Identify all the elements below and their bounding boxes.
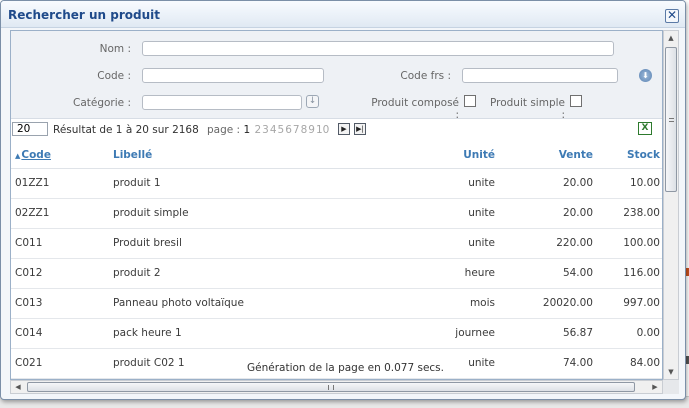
table-row[interactable]: 01ZZ1 produit 1 unite 20.00 10.00 [11,168,662,199]
grip-icon [669,118,674,122]
column-header-code-label[interactable]: Code [21,149,51,161]
cell-stock: 238.00 [597,198,662,229]
scroll-left-icon[interactable]: ◀ [11,381,25,393]
results-table: ▲Code Libellé Unité Vente Stock 01ZZ1 pr… [11,142,662,379]
next-page-icon[interactable]: ▶ [338,123,350,135]
scrollbar-corner [663,380,679,394]
page-list: page : 1 2345678910 [207,124,330,136]
page-link[interactable]: 8 [301,124,308,136]
column-header-libelle[interactable]: Libellé [109,142,389,169]
page-link[interactable]: 2 [254,124,261,136]
page-link-current[interactable]: 1 [243,124,250,136]
code-label: Code : [97,70,131,82]
nom-input[interactable] [142,41,614,56]
page-link[interactable]: 5 [278,124,285,136]
scroll-right-icon[interactable]: ▶ [648,381,662,393]
excel-export-icon[interactable]: X [638,122,652,135]
horizontal-scrollbar[interactable]: ◀ ▶ [10,380,663,394]
table-row[interactable]: 02ZZ1 produit simple unite 20.00 238.00 [11,198,662,229]
page-link[interactable]: 10 [316,124,329,136]
cell-unite: journee [389,318,499,349]
cell-stock: 10.00 [597,168,662,199]
cell-code: C011 [11,228,109,259]
horizontal-scroll-thumb[interactable] [27,382,635,392]
produit-simple-checkbox[interactable] [570,95,582,107]
cell-vente: 54.00 [499,258,597,289]
cell-libelle: produit simple [109,198,389,229]
cell-unite: unite [389,168,499,199]
cell-code: C014 [11,318,109,349]
cell-stock: 997.00 [597,288,662,319]
table-row[interactable]: C014 pack heure 1 journee 56.87 0.00 [11,318,662,349]
scroll-up-icon[interactable]: ▲ [664,31,678,45]
table-row[interactable]: C011 Produit bresil unite 220.00 100.00 [11,228,662,259]
close-icon[interactable]: ✕ [665,9,679,23]
filter-panel: Nom : Code : Code frs : ⬇ Catégorie : ↓ … [11,31,662,121]
dialog-title: Rechercher un produit [8,8,160,22]
cell-code: C012 [11,258,109,289]
cell-libelle: produit 1 [109,168,389,199]
cell-vente: 56.87 [499,318,597,349]
page-generation-time: Génération de la page en 0.077 secs. [247,362,444,374]
categorie-dropdown-icon[interactable]: ↓ [306,95,319,108]
cell-stock: 84.00 [597,348,662,379]
scroll-down-icon[interactable]: ▼ [664,365,678,379]
cell-code: 02ZZ1 [11,198,109,229]
cell-vente: 20020.00 [499,288,597,319]
nom-label: Nom : [99,43,131,55]
table-row[interactable]: C012 produit 2 heure 54.00 116.00 [11,258,662,289]
cell-unite: mois [389,288,499,319]
column-header-stock[interactable]: Stock [597,142,662,169]
page-link[interactable]: 4 [270,124,277,136]
grip-icon [328,385,334,390]
last-page-icon[interactable]: ▶| [354,123,366,135]
cell-unite: unite [389,198,499,229]
produit-compose-checkbox[interactable] [464,95,476,107]
cell-libelle: Produit bresil [109,228,389,259]
produit-simple-label: Produit simple : [489,97,565,121]
cell-libelle: pack heure 1 [109,318,389,349]
cell-stock: 100.00 [597,228,662,259]
cell-vente: 74.00 [499,348,597,379]
page-link[interactable]: 3 [262,124,269,136]
cell-vente: 20.00 [499,168,597,199]
column-header-unite[interactable]: Unité [389,142,499,169]
code-frs-label: Code frs : [400,70,451,82]
result-count: Résultat de 1 à 20 sur 2168 [53,124,199,136]
sort-ascending-icon: ▲ [15,151,21,160]
cell-code: C021 [11,348,109,379]
table-row[interactable]: C013 Panneau photo voltaïque mois 20020.… [11,288,662,319]
page-link[interactable]: 6 [285,124,292,136]
cell-unite: heure [389,258,499,289]
cell-stock: 0.00 [597,318,662,349]
cell-vente: 220.00 [499,228,597,259]
cell-code: C013 [11,288,109,319]
cell-libelle: Panneau photo voltaïque [109,288,389,319]
produit-compose-label: Produit composé : [371,97,459,121]
cell-libelle: produit 2 [109,258,389,289]
code-frs-input[interactable] [462,68,618,83]
pagination-bar: Résultat de 1 à 20 sur 2168 page : 1 234… [11,119,662,141]
table-header-row: ▲Code Libellé Unité Vente Stock [11,142,662,169]
product-search-dialog: Rechercher un produit ✕ Nom : Code : Cod… [0,0,686,400]
code-input[interactable] [142,68,324,83]
vertical-scrollbar[interactable]: ▲ ▼ [663,30,679,380]
categorie-input[interactable] [142,95,302,110]
column-header-vente[interactable]: Vente [499,142,597,169]
vertical-scroll-thumb[interactable] [665,47,677,192]
page-label: page : [207,124,241,136]
column-header-code[interactable]: ▲Code [11,142,109,169]
cell-unite: unite [389,228,499,259]
cell-vente: 20.00 [499,198,597,229]
dialog-content: Nom : Code : Code frs : ⬇ Catégorie : ↓ … [10,30,663,380]
dialog-title-bar[interactable]: Rechercher un produit ✕ [1,1,685,28]
page-link[interactable]: 9 [308,124,315,136]
expand-search-icon[interactable]: ⬇ [639,69,652,82]
cell-stock: 116.00 [597,258,662,289]
categorie-label: Catégorie : [72,97,131,109]
per-page-input[interactable] [12,122,48,136]
page-link[interactable]: 7 [293,124,300,136]
cell-code: 01ZZ1 [11,168,109,199]
